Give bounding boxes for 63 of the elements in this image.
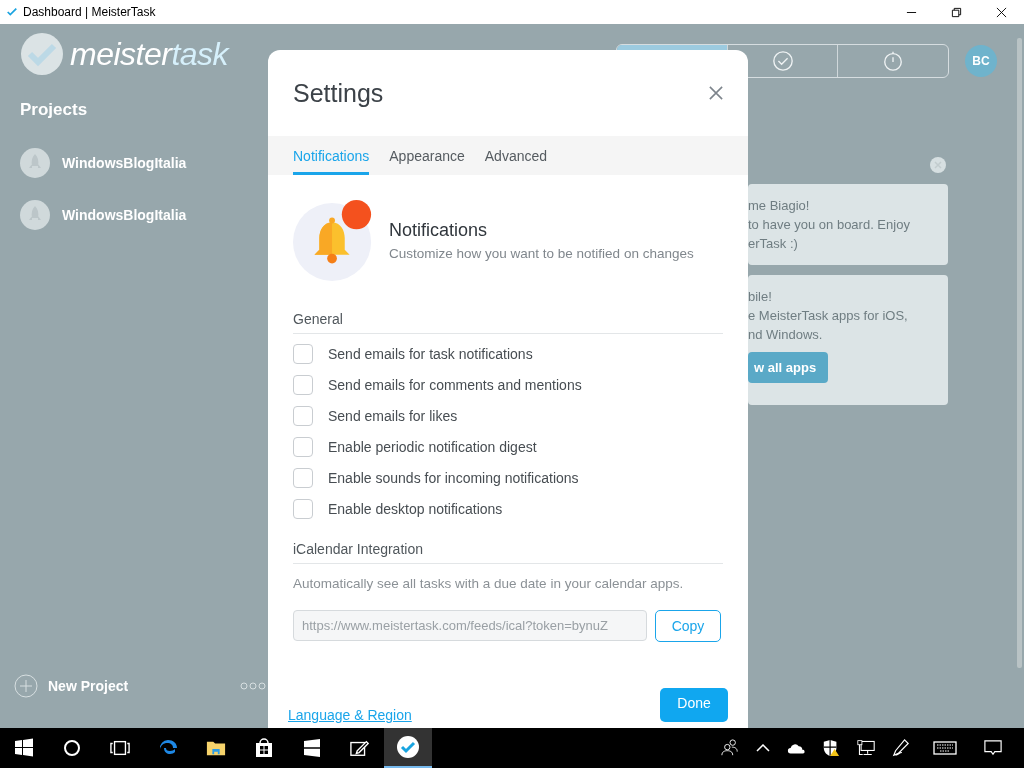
option-label[interactable]: Send emails for comments and mentions — [328, 377, 582, 393]
card-text: to have you on board. Enjoy — [748, 216, 911, 234]
checkbox[interactable] — [293, 437, 313, 457]
windows-start-icon[interactable] — [14, 738, 34, 758]
option-label[interactable]: Enable desktop notifications — [328, 501, 503, 517]
ical-heading: iCalendar Integration — [293, 541, 723, 564]
option-label[interactable]: Enable sounds for incoming notifications — [328, 470, 579, 486]
section-subtitle: Customize how you want to be notified on changes — [389, 245, 694, 261]
new-project-link[interactable]: New Project — [48, 678, 129, 694]
settings-tab[interactable]: Advanced — [484, 136, 548, 175]
option-label[interactable]: Send emails for task notifications — [328, 346, 533, 362]
shopping-bag-icon[interactable] — [254, 738, 274, 758]
shield-warning-icon[interactable] — [822, 739, 840, 757]
rocket-icon — [20, 200, 50, 230]
apps-button[interactable]: w all apps — [748, 352, 829, 383]
dialog-title: Settings — [293, 78, 384, 108]
checkbox[interactable] — [293, 406, 313, 426]
window-title: Dashboard | MeisterTask — [23, 5, 156, 19]
option-label[interactable]: Send emails for likes — [328, 408, 458, 424]
people-icon[interactable] — [721, 739, 739, 757]
checkbox[interactable] — [293, 499, 313, 519]
feed-url-field[interactable]: https://www.meistertask.com/feeds/ical?token=bynuZ — [293, 610, 647, 641]
close-icon[interactable] — [996, 6, 1007, 18]
option-label[interactable]: Enable periodic notification digest — [328, 439, 537, 455]
logo-text: meistertask — [70, 35, 229, 73]
ical-description: Automatically see all tasks with a due date in your calendar apps. — [293, 576, 685, 591]
restore-icon[interactable] — [951, 6, 962, 18]
keyboard-icon[interactable] — [933, 741, 957, 755]
checkbox[interactable] — [293, 468, 313, 488]
check-app-icon[interactable] — [396, 735, 420, 759]
tablet-icon[interactable] — [302, 738, 322, 758]
pen-icon[interactable] — [892, 739, 910, 757]
projects-heading: Projects — [20, 100, 89, 120]
settings-tab[interactable]: Appearance — [389, 136, 465, 175]
active-taskbar-item[interactable] — [384, 728, 432, 768]
pen-icon[interactable] — [350, 738, 370, 758]
user-avatar[interactable]: BC — [965, 45, 997, 77]
card-text: bile! — [748, 288, 773, 306]
copy-button[interactable]: Copy — [655, 610, 721, 642]
network-icon[interactable] — [857, 739, 875, 757]
project-name[interactable]: WindowsBlogItalia — [62, 155, 187, 171]
rocket-icon — [20, 148, 50, 178]
stopwatch-icon — [882, 50, 905, 72]
done-button[interactable]: Done — [660, 688, 728, 722]
card-text: nd Windows. — [748, 326, 824, 344]
check-logo-icon — [20, 32, 64, 76]
checkbox[interactable] — [293, 344, 313, 364]
card-text: e MeisterTask apps for iOS, — [748, 307, 909, 325]
chevron-up-icon[interactable] — [756, 744, 770, 752]
check-circle-icon — [771, 50, 794, 72]
checkbox[interactable] — [293, 375, 313, 395]
settings-tab[interactable]: Notifications — [293, 136, 370, 175]
general-heading: General — [293, 311, 723, 334]
language-region-link[interactable]: Language & Region — [288, 707, 412, 723]
card-text: erTask :) — [748, 235, 799, 253]
search-icon[interactable] — [62, 738, 82, 758]
section-title: Notifications — [389, 219, 489, 241]
notification-icon[interactable] — [984, 739, 1002, 757]
app-icon — [6, 6, 18, 18]
project-name[interactable]: WindowsBlogItalia — [62, 207, 187, 223]
scrollbar[interactable] — [1017, 38, 1022, 668]
task-view-icon[interactable] — [110, 738, 130, 758]
card-text: me Biagio! — [748, 197, 811, 215]
